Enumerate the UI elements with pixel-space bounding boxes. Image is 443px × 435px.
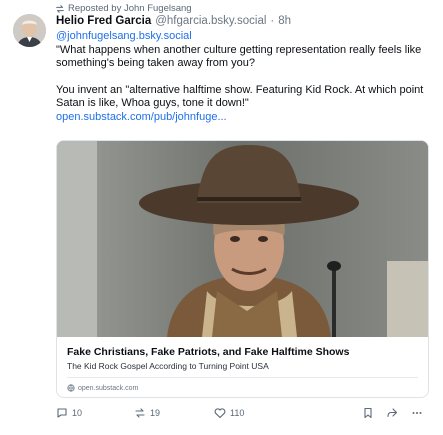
more-options-button[interactable]	[411, 407, 423, 419]
author-name[interactable]: Helio Fred Garcia	[56, 15, 151, 27]
author-handle[interactable]: @hfgarcia.bsky.social	[155, 15, 266, 27]
repost-button[interactable]: 19	[134, 407, 160, 419]
share-icon	[387, 408, 398, 418]
link-card[interactable]: Fake Christians, Fake Patriots, and Fake…	[56, 140, 429, 398]
post-body: @johnfugelsang.bsky.social "What happens…	[56, 30, 426, 124]
separator-dot: ·	[270, 15, 275, 27]
share-button[interactable]	[386, 407, 398, 419]
post-paragraph: You invent an "alternative halftime show…	[56, 83, 424, 110]
post-quote: "What happens when another culture getti…	[56, 43, 422, 70]
bookmark-icon	[364, 407, 372, 419]
link-card-title: Fake Christians, Fake Patriots, and Fake…	[67, 346, 350, 358]
avatar[interactable]	[13, 14, 46, 47]
link-card-image	[57, 141, 428, 337]
post-time[interactable]: 8h	[278, 15, 291, 27]
mention-link[interactable]: @johnfugelsang.bsky.social	[56, 30, 426, 44]
reply-icon	[57, 408, 67, 418]
repost-indicator[interactable]: Reposted by John Fugelsang	[55, 3, 192, 14]
link-card-domain: open.substack.com	[67, 384, 138, 392]
like-count: 110	[230, 408, 245, 418]
link-card-domain-text: open.substack.com	[78, 384, 139, 392]
link-card-divider	[67, 377, 418, 378]
reply-count: 10	[72, 408, 83, 418]
like-button[interactable]: 110	[214, 407, 244, 419]
globe-icon	[67, 384, 75, 392]
more-icon	[412, 412, 422, 414]
reply-button[interactable]: 10	[56, 407, 82, 419]
bookmark-button[interactable]	[362, 407, 374, 419]
post-link[interactable]: open.substack.com/pub/johnfuge...	[56, 111, 426, 125]
link-card-description: The Kid Rock Gospel According to Turning…	[67, 361, 269, 371]
repost-icon	[135, 408, 145, 418]
post-header: Helio Fred Garcia @hfgarcia.bsky.social …	[56, 15, 291, 27]
repost-count: 19	[150, 408, 161, 418]
repost-label: Reposted by John Fugelsang	[68, 3, 192, 14]
like-icon	[214, 408, 226, 419]
repost-icon	[56, 4, 64, 13]
post-actions: 10 19 110	[56, 405, 429, 425]
